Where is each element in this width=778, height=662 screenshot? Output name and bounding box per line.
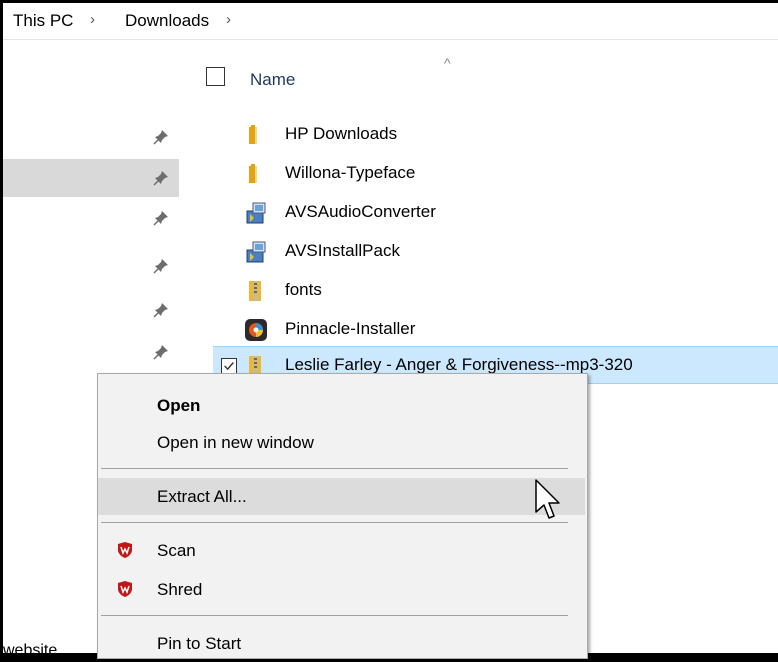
menu-item-scan[interactable]: Scan (98, 532, 585, 569)
menu-item-label: Open in new window (157, 433, 314, 452)
file-name: Willona-Typeface (285, 163, 416, 182)
menu-item-label: Pin to Start (157, 634, 242, 653)
pin-icon (153, 259, 168, 274)
mcafee-shield-icon (118, 581, 132, 597)
file-name: HP Downloads (285, 124, 398, 143)
nav-item-website[interactable]: website (3, 642, 57, 653)
mcafee-shield-icon (118, 542, 132, 558)
zip-folder-icon (249, 281, 261, 301)
folder-icon (249, 164, 257, 183)
file-row-hp-downloads[interactable]: HP Downloads (213, 116, 778, 154)
file-row-fonts[interactable]: fonts (213, 272, 778, 310)
menu-item-open[interactable]: Open (98, 387, 585, 424)
menu-item-extract-all[interactable]: Extract All... (98, 478, 585, 515)
installer-icon (246, 241, 266, 263)
pin-icon (153, 171, 168, 186)
menu-item-label: Open (157, 396, 201, 415)
row-checkbox[interactable] (221, 358, 237, 374)
file-name: Pinnacle-Installer (285, 319, 416, 338)
file-name: AVSInstallPack (285, 241, 400, 260)
pin-icon (153, 303, 168, 318)
file-row-willona-typeface[interactable]: Willona-Typeface (213, 155, 778, 193)
pin-icon (153, 211, 168, 226)
breadcrumb-separator[interactable]: › (90, 11, 95, 28)
menu-item-shred[interactable]: Shred (98, 571, 585, 608)
breadcrumb-separator[interactable]: › (226, 11, 231, 28)
menu-separator (101, 468, 568, 469)
pinnacle-app-icon (245, 319, 267, 341)
menu-item-label: Scan (157, 541, 196, 560)
file-name: AVSAudioConverter (285, 202, 436, 221)
breadcrumb: This PC › Downloads › (3, 3, 778, 40)
menu-item-label: Shred (157, 580, 203, 599)
sort-ascending-icon: ^ (444, 55, 451, 71)
pin-icon (153, 130, 168, 145)
column-header-name[interactable]: Name (250, 70, 295, 90)
breadcrumb-downloads[interactable]: Downloads (125, 11, 209, 31)
menu-item-label: Extract All... (157, 487, 247, 506)
mouse-cursor-icon (535, 479, 560, 519)
context-menu: Open Open in new window Extract All... S… (97, 373, 588, 659)
file-row-pinnacle-installer[interactable]: Pinnacle-Installer (213, 311, 778, 349)
file-row-avsaudioconverter[interactable]: AVSAudioConverter (213, 194, 778, 232)
menu-item-pin-to-start[interactable]: Pin to Start (98, 625, 585, 662)
menu-item-open-in-new-window[interactable]: Open in new window (98, 424, 585, 461)
pin-icon (153, 345, 168, 360)
breadcrumb-this-pc[interactable]: This PC (13, 11, 73, 31)
folder-icon (249, 125, 257, 144)
file-name: Leslie Farley - Anger & Forgiveness--mp3… (285, 355, 633, 374)
select-all-checkbox[interactable] (206, 67, 225, 86)
file-name: fonts (285, 280, 322, 299)
file-row-avsinstallpack[interactable]: AVSInstallPack (213, 233, 778, 271)
menu-separator (101, 615, 568, 616)
installer-icon (246, 202, 266, 224)
menu-separator (101, 522, 568, 523)
